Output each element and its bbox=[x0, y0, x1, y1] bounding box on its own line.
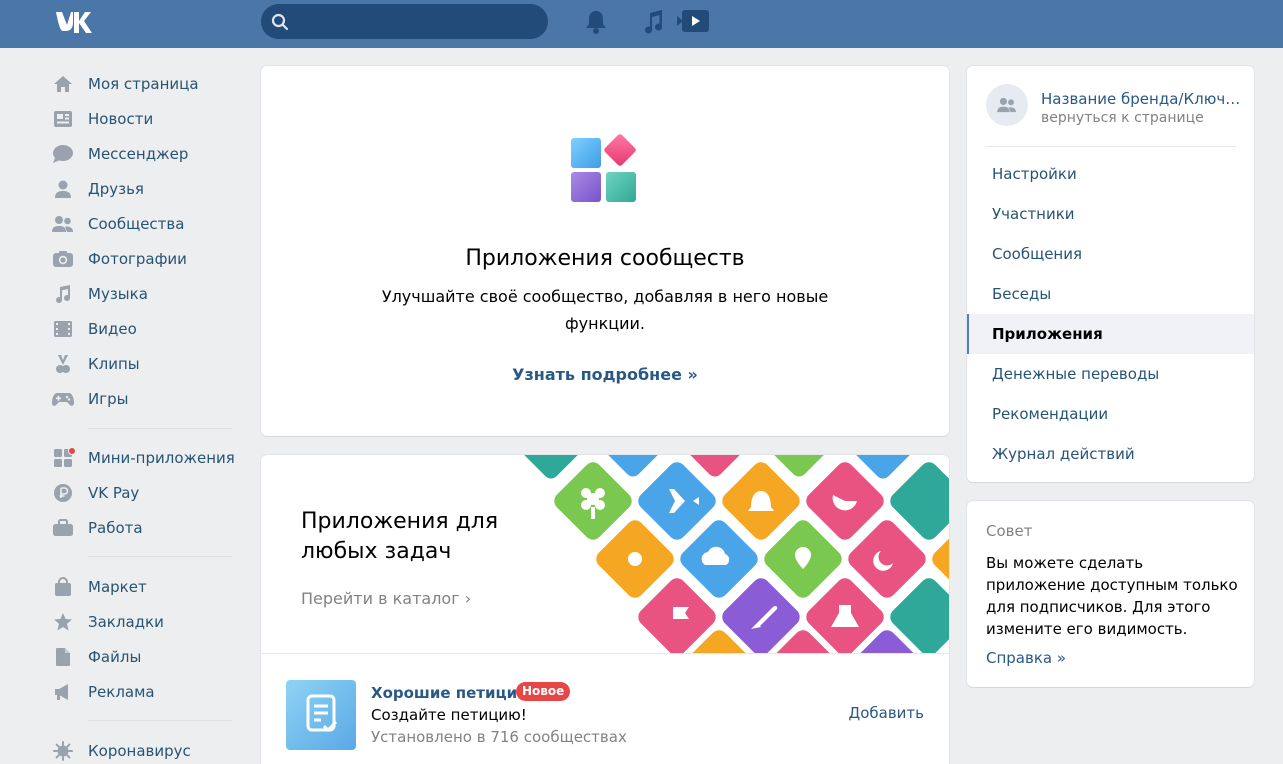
petition-app-icon[interactable] bbox=[286, 680, 356, 750]
nav-item-market[interactable]: Маркет bbox=[52, 572, 242, 602]
nav-label: Видео bbox=[88, 320, 137, 338]
search-icon bbox=[271, 13, 289, 31]
app-name-link[interactable]: Хорошие петиции bbox=[371, 684, 528, 702]
menu-item-recommendations[interactable]: Рекомендации bbox=[967, 394, 1254, 434]
tip-heading: Совет bbox=[986, 522, 1033, 540]
nav-item-my-page[interactable]: Моя страница bbox=[52, 69, 242, 99]
nav-label: Клипы bbox=[88, 355, 140, 373]
notification-dot bbox=[68, 447, 76, 455]
community-avatar[interactable] bbox=[986, 84, 1028, 126]
menu-item-money-transfers[interactable]: Денежные переводы bbox=[967, 354, 1254, 394]
community-apps-card: Приложения сообществ Улучшайте своё сооб… bbox=[261, 66, 949, 436]
nav-label: Сообщества bbox=[88, 215, 185, 233]
nav-divider bbox=[88, 720, 232, 721]
nav-item-bookmarks[interactable]: Закладки bbox=[52, 607, 242, 637]
nav-label: Друзья bbox=[88, 180, 144, 198]
nav-label: Музыка bbox=[88, 285, 148, 303]
briefcase-icon bbox=[52, 517, 74, 539]
nav-label: Моя страница bbox=[88, 75, 199, 93]
virus-icon bbox=[52, 740, 74, 762]
nav-label: VK Pay bbox=[88, 484, 140, 502]
community-name-link[interactable]: Название бренда/Ключевое слово bbox=[1041, 90, 1241, 108]
back-to-page-link[interactable]: вернуться к странице bbox=[1041, 110, 1204, 126]
chat-icon bbox=[52, 143, 74, 165]
nav-item-games[interactable]: Игры bbox=[52, 384, 242, 414]
nav-label: Мини-приложения bbox=[88, 449, 235, 467]
vkpay-icon bbox=[52, 482, 74, 504]
nav-item-communities[interactable]: Сообщества bbox=[52, 209, 242, 239]
tip-text: Вы можете сделать приложение доступным т… bbox=[986, 554, 1238, 638]
menu-item-apps[interactable]: Приложения bbox=[967, 314, 1254, 354]
nav-label: Маркет bbox=[88, 578, 147, 596]
community-settings-menu: Название бренда/Ключевое слово вернуться… bbox=[967, 66, 1254, 482]
hero-description: Улучшайте своё сообщество, добавляя в не… bbox=[381, 287, 829, 333]
bag-icon bbox=[52, 576, 74, 598]
nav-item-vk-pay[interactable]: VK Pay bbox=[52, 478, 242, 508]
star-icon bbox=[52, 611, 74, 633]
hero-title: Приложения сообществ bbox=[465, 246, 745, 271]
nav-item-coronavirus[interactable]: Коронавирус bbox=[52, 736, 242, 764]
users-icon bbox=[997, 97, 1016, 113]
camera-icon bbox=[52, 248, 74, 270]
nav-item-mini-apps[interactable]: Мини-приложения bbox=[52, 443, 242, 473]
home-icon bbox=[52, 73, 74, 95]
search-input[interactable] bbox=[261, 4, 548, 39]
app-list-item[interactable]: Хорошие петиции Новое Создайте петицию! … bbox=[261, 653, 949, 764]
new-badge: Новое bbox=[516, 682, 571, 701]
users-icon bbox=[52, 213, 74, 235]
catalog-link[interactable]: Перейти в каталог › bbox=[301, 589, 471, 608]
nav-label: Закладки bbox=[88, 613, 164, 631]
nav-item-news[interactable]: Новости bbox=[52, 104, 242, 134]
nav-label: Мессенджер bbox=[88, 145, 189, 163]
nav-label: Реклама bbox=[88, 683, 155, 701]
tip-card: Совет Вы можете сделать приложение досту… bbox=[967, 501, 1254, 687]
menu-item-chats[interactable]: Беседы bbox=[967, 274, 1254, 314]
nav-divider bbox=[88, 428, 232, 429]
app-install-count: Установлено в 716 сообществах bbox=[371, 728, 627, 746]
nav-item-friends[interactable]: Друзья bbox=[52, 174, 242, 204]
menu-item-action-log[interactable]: Журнал действий bbox=[967, 434, 1254, 474]
add-app-button[interactable]: Добавить bbox=[848, 704, 924, 722]
film-icon bbox=[52, 318, 74, 340]
file-icon bbox=[52, 646, 74, 668]
nav-divider bbox=[88, 556, 232, 557]
apps-catalog-card: Приложения для любых задач Перейти в кат… bbox=[261, 455, 949, 764]
nav-item-ads[interactable]: Реклама bbox=[52, 677, 242, 707]
menu-item-members[interactable]: Участники bbox=[967, 194, 1254, 234]
music-icon bbox=[52, 283, 74, 305]
news-icon bbox=[52, 108, 74, 130]
gamepad-icon bbox=[52, 388, 74, 410]
menu-item-messages[interactable]: Сообщения bbox=[967, 234, 1254, 274]
nav-label: Коронавирус bbox=[88, 742, 191, 760]
top-bar bbox=[0, 0, 1283, 48]
menu-item-settings[interactable]: Настройки bbox=[967, 154, 1254, 194]
help-link[interactable]: Справка » bbox=[986, 649, 1066, 667]
user-icon bbox=[52, 178, 74, 200]
nav-item-clips[interactable]: Клипы bbox=[52, 349, 242, 379]
clips-icon bbox=[52, 353, 74, 375]
nav-item-video[interactable]: Видео bbox=[52, 314, 242, 344]
learn-more-link[interactable]: Узнать подробнее » bbox=[261, 365, 949, 384]
megaphone-icon bbox=[52, 681, 74, 703]
nav-item-music[interactable]: Музыка bbox=[52, 279, 242, 309]
menu-divider bbox=[986, 146, 1236, 147]
nav-item-messenger[interactable]: Мессенджер bbox=[52, 139, 242, 169]
nav-item-photos[interactable]: Фотографии bbox=[52, 244, 242, 274]
music-icon[interactable] bbox=[642, 9, 664, 35]
app-tiles-illustration bbox=[517, 455, 949, 653]
apps-logo-icon bbox=[571, 134, 636, 202]
bell-icon[interactable] bbox=[584, 9, 608, 35]
nav-label: Фотографии bbox=[88, 250, 187, 268]
nav-label: Игры bbox=[88, 390, 129, 408]
nav-label: Файлы bbox=[88, 648, 142, 666]
nav-label: Работа bbox=[88, 519, 143, 537]
nav-item-work[interactable]: Работа bbox=[52, 513, 242, 543]
nav-item-files[interactable]: Файлы bbox=[52, 642, 242, 672]
vk-logo-icon[interactable] bbox=[54, 10, 96, 34]
apps-icon bbox=[52, 447, 76, 469]
app-subtitle: Создайте петицию! bbox=[371, 706, 527, 724]
play-video-icon[interactable] bbox=[676, 9, 710, 33]
nav-label: Новости bbox=[88, 110, 154, 128]
